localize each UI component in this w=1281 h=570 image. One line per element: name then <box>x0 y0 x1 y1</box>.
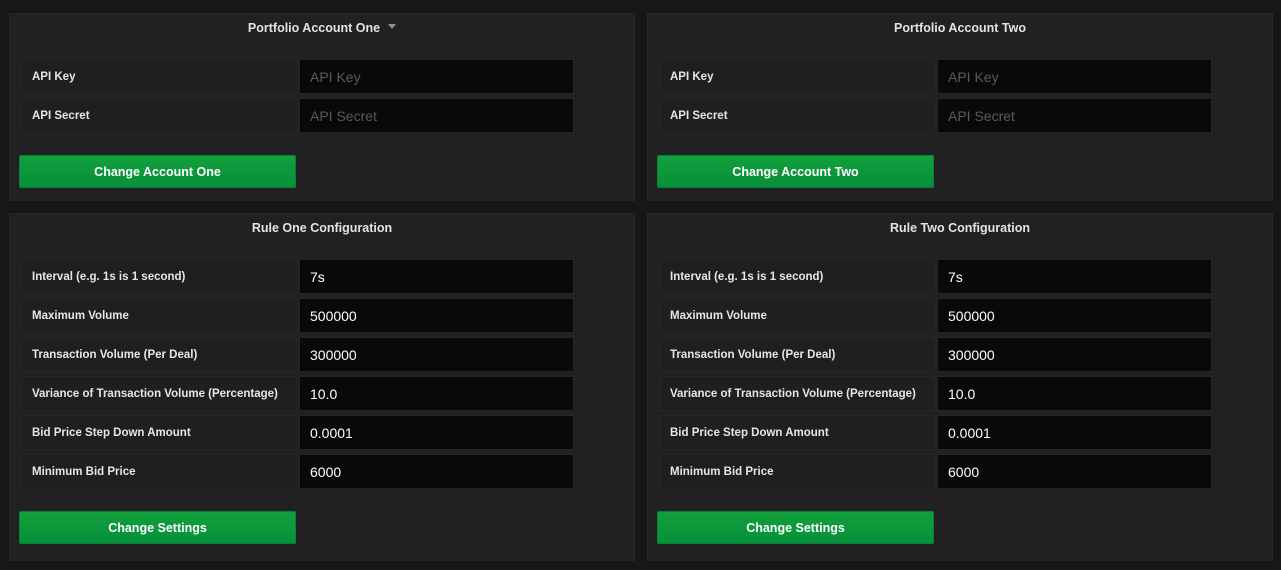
interval-label: Interval (e.g. 1s is 1 second) <box>21 259 297 294</box>
api-key-input[interactable] <box>937 59 1212 94</box>
panel-rule-two: Rule Two Configuration Interval (e.g. 1s… <box>647 213 1273 561</box>
form-row-api-secret: API Secret <box>659 98 1212 133</box>
change-account-one-button[interactable]: Change Account One <box>19 155 296 188</box>
rule-two-fields: Interval (e.g. 1s is 1 second) Maximum V… <box>659 259 1212 493</box>
form-row-transaction-volume: Transaction Volume (Per Deal) <box>659 337 1212 372</box>
interval-label: Interval (e.g. 1s is 1 second) <box>659 259 935 294</box>
minimum-bid-label: Minimum Bid Price <box>21 454 297 489</box>
change-account-two-button[interactable]: Change Account Two <box>657 155 934 188</box>
rule-one-fields: Interval (e.g. 1s is 1 second) Maximum V… <box>21 259 574 493</box>
minimum-bid-label: Minimum Bid Price <box>659 454 935 489</box>
api-key-label: API Key <box>659 59 935 94</box>
form-row-maximum-volume: Maximum Volume <box>659 298 1212 333</box>
variance-input[interactable] <box>937 376 1212 411</box>
interval-input[interactable] <box>299 259 574 294</box>
panel-title: Portfolio Account Two <box>648 21 1272 35</box>
form-row-interval: Interval (e.g. 1s is 1 second) <box>659 259 1212 294</box>
api-secret-label: API Secret <box>659 98 935 133</box>
form-row-api-key: API Key <box>659 59 1212 94</box>
api-secret-input[interactable] <box>299 98 574 133</box>
form-row-interval: Interval (e.g. 1s is 1 second) <box>21 259 574 294</box>
bid-step-down-input[interactable] <box>937 415 1212 450</box>
change-settings-button[interactable]: Change Settings <box>19 511 296 544</box>
panel-account-one: Portfolio Account One API Key API Secret… <box>9 13 635 201</box>
variance-label: Variance of Transaction Volume (Percenta… <box>21 376 297 411</box>
form-row-transaction-volume: Transaction Volume (Per Deal) <box>21 337 574 372</box>
maximum-volume-input[interactable] <box>937 298 1212 333</box>
panel-title[interactable]: Portfolio Account One <box>10 21 634 35</box>
transaction-volume-input[interactable] <box>299 337 574 372</box>
api-secret-input[interactable] <box>937 98 1212 133</box>
form-row-api-key: API Key <box>21 59 574 94</box>
form-row-bid-step-down: Bid Price Step Down Amount <box>21 415 574 450</box>
panel-rule-one: Rule One Configuration Interval (e.g. 1s… <box>9 213 635 561</box>
panel-title-text: Rule One Configuration <box>251 221 393 235</box>
api-key-label: API Key <box>21 59 297 94</box>
change-settings-button[interactable]: Change Settings <box>657 511 934 544</box>
transaction-volume-input[interactable] <box>937 337 1212 372</box>
maximum-volume-label: Maximum Volume <box>659 298 935 333</box>
bid-step-down-input[interactable] <box>299 415 574 450</box>
form-row-variance: Variance of Transaction Volume (Percenta… <box>21 376 574 411</box>
panel-title-text: Rule Two Configuration <box>889 221 1031 235</box>
transaction-volume-label: Transaction Volume (Per Deal) <box>659 337 935 372</box>
minimum-bid-input[interactable] <box>299 454 574 489</box>
panel-title: Rule Two Configuration <box>648 221 1272 235</box>
variance-label: Variance of Transaction Volume (Percenta… <box>659 376 935 411</box>
panel-account-two: Portfolio Account Two API Key API Secret… <box>647 13 1273 201</box>
interval-input[interactable] <box>937 259 1212 294</box>
form-row-minimum-bid: Minimum Bid Price <box>21 454 574 489</box>
form-row-api-secret: API Secret <box>21 98 574 133</box>
dashboard-grid: Portfolio Account One API Key API Secret… <box>0 0 1281 570</box>
bid-step-down-label: Bid Price Step Down Amount <box>21 415 297 450</box>
minimum-bid-input[interactable] <box>937 454 1212 489</box>
bid-step-down-label: Bid Price Step Down Amount <box>659 415 935 450</box>
form-row-bid-step-down: Bid Price Step Down Amount <box>659 415 1212 450</box>
form-row-minimum-bid: Minimum Bid Price <box>659 454 1212 489</box>
panel-title: Rule One Configuration <box>10 221 634 235</box>
api-key-input[interactable] <box>299 59 574 94</box>
form-row-maximum-volume: Maximum Volume <box>21 298 574 333</box>
maximum-volume-input[interactable] <box>299 298 574 333</box>
api-secret-label: API Secret <box>21 98 297 133</box>
form-row-variance: Variance of Transaction Volume (Percenta… <box>659 376 1212 411</box>
maximum-volume-label: Maximum Volume <box>21 298 297 333</box>
variance-input[interactable] <box>299 376 574 411</box>
transaction-volume-label: Transaction Volume (Per Deal) <box>21 337 297 372</box>
chevron-down-icon[interactable] <box>388 24 397 30</box>
panel-title-text: Portfolio Account Two <box>894 21 1026 35</box>
panel-title-text: Portfolio Account One <box>247 21 381 35</box>
